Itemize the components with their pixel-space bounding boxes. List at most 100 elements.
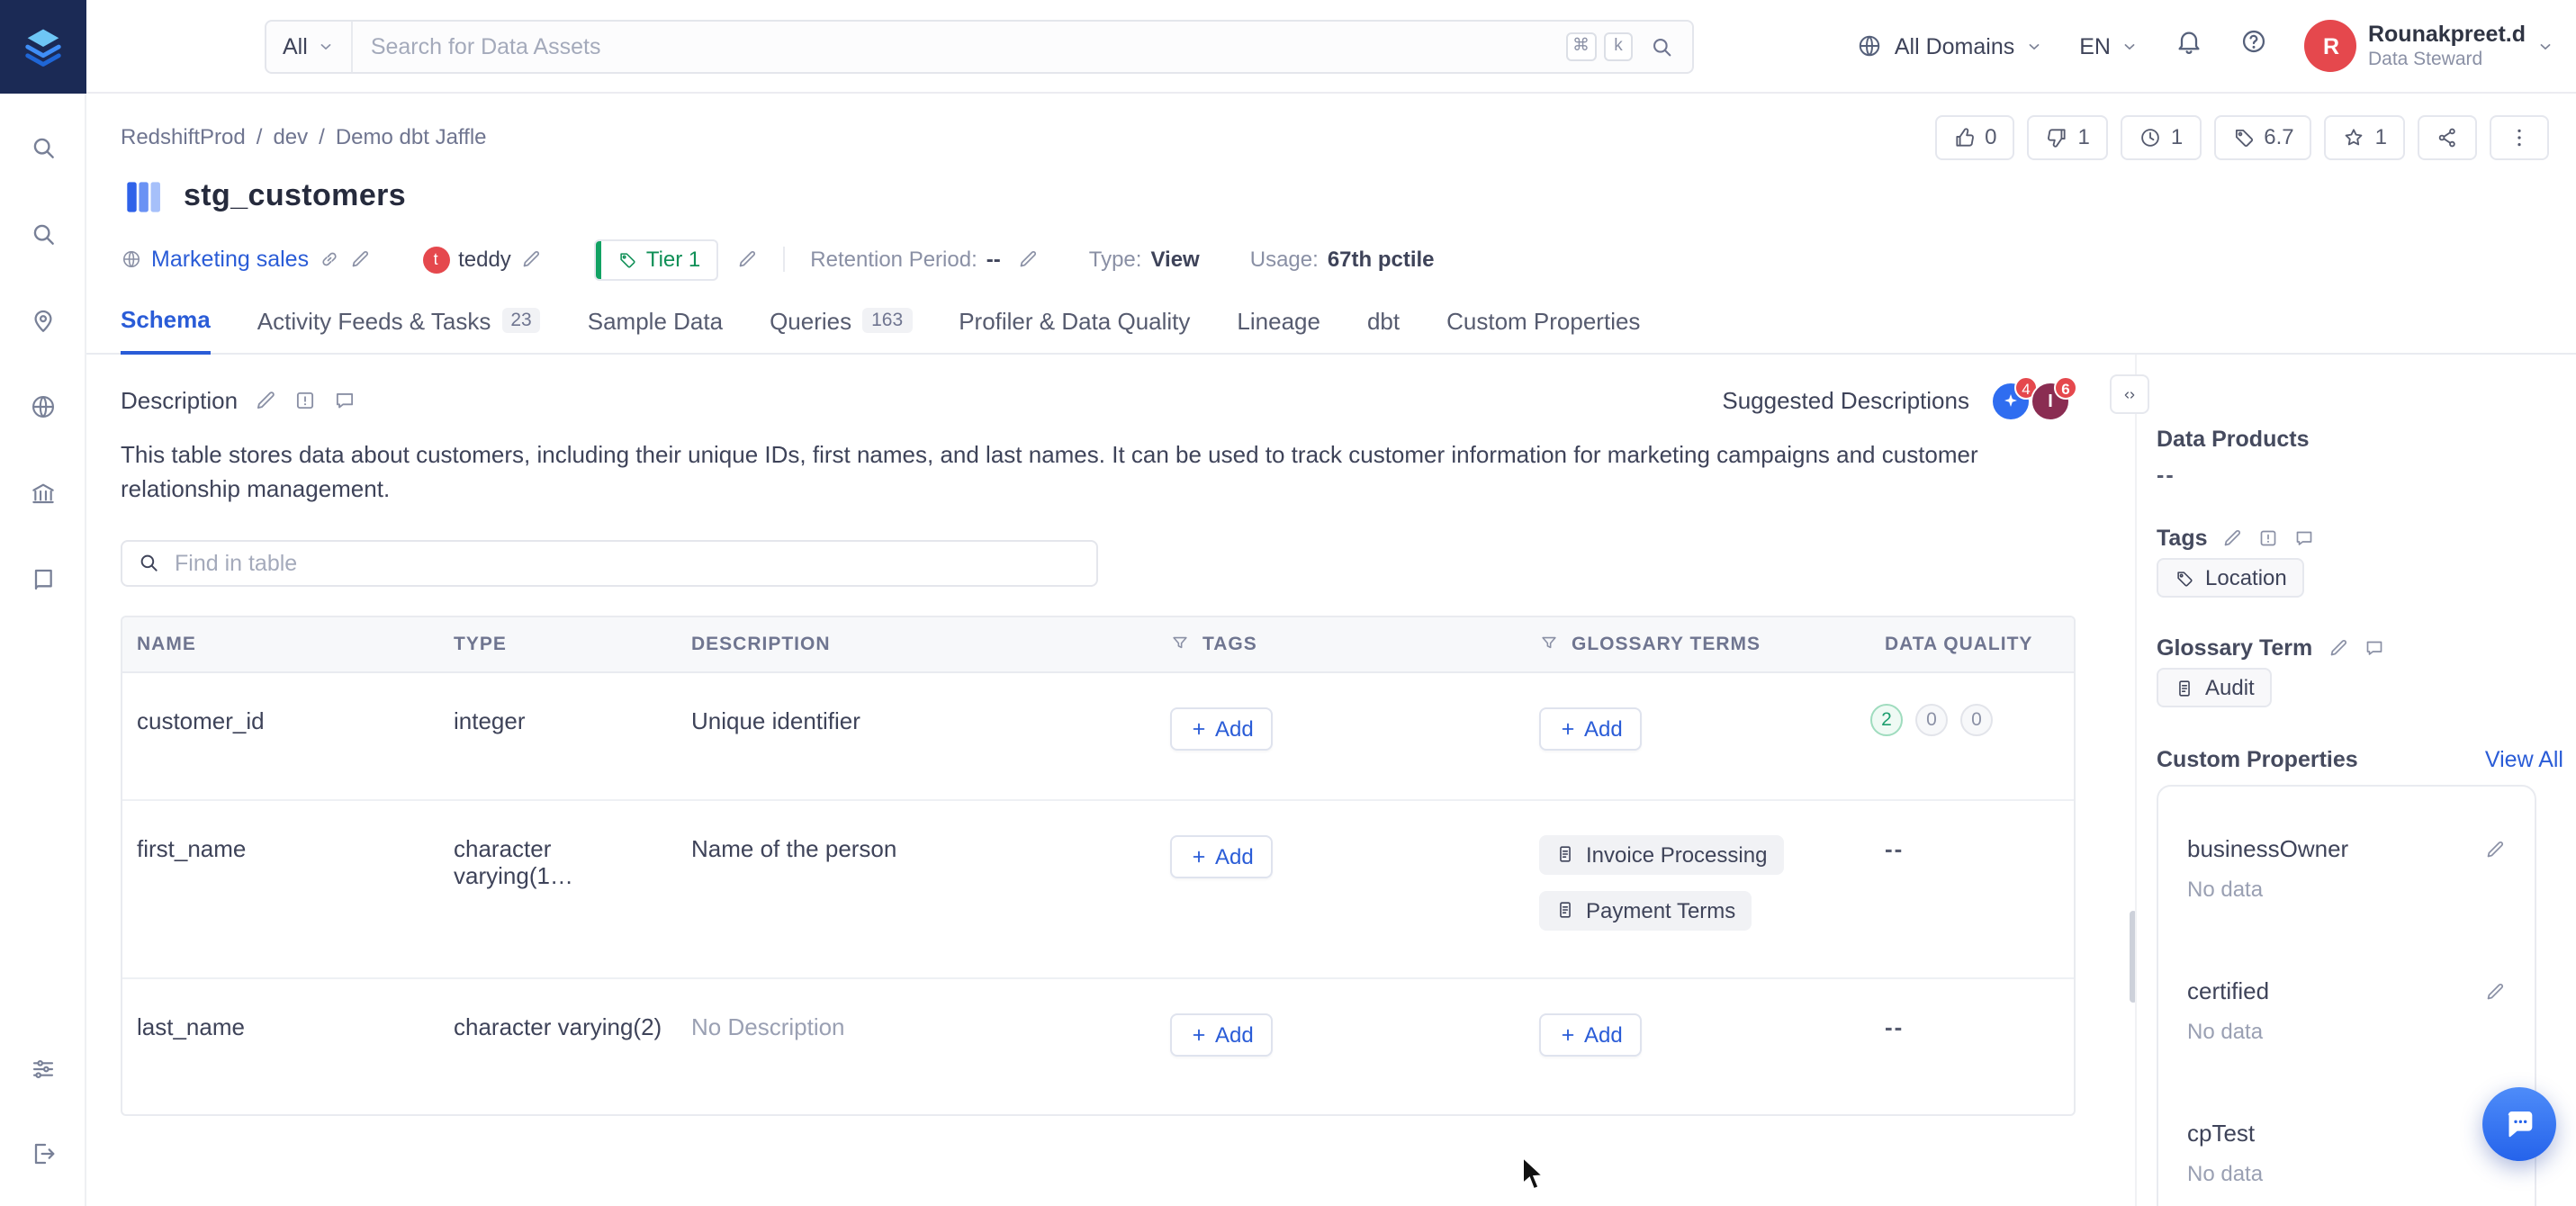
tab-sample-data[interactable]: Sample Data	[588, 306, 723, 353]
notifications-button[interactable]	[2175, 27, 2204, 65]
edit-description-icon[interactable]	[254, 388, 277, 411]
tag-icon	[2231, 125, 2255, 148]
usage-value: 67th pctile	[1328, 247, 1435, 272]
tier-badge[interactable]: Tier 1	[594, 238, 718, 280]
tab-lineage[interactable]: Lineage	[1237, 306, 1320, 353]
cell-description: Unique identifier	[677, 672, 1156, 798]
ai-suggestion-avatar[interactable]: 4	[1991, 382, 2031, 421]
tab-queries[interactable]: Queries163	[770, 306, 912, 353]
tag-chip[interactable]: Location	[2157, 558, 2305, 598]
activity-button[interactable]: 1	[2121, 114, 2201, 159]
breadcrumb-item[interactable]: dev	[273, 124, 308, 149]
term-icon	[2175, 678, 2194, 698]
edit-domain-icon[interactable]	[348, 248, 370, 270]
user-menu[interactable]: R Rounakpreet.d Data Steward	[2305, 20, 2554, 72]
discover-icon[interactable]	[28, 220, 57, 257]
search-scope-dropdown[interactable]: All	[266, 21, 353, 71]
comment-icon[interactable]	[2363, 637, 2384, 659]
view-all-link[interactable]: View All	[2485, 747, 2563, 772]
edit-property-icon[interactable]	[2484, 980, 2506, 1002]
tab-custom-properties[interactable]: Custom Properties	[1446, 306, 1640, 353]
column-header-glossary-terms: GLOSSARY TERMS	[1525, 633, 1870, 654]
share-button[interactable]	[2418, 114, 2477, 159]
edit-owner-icon[interactable]	[520, 248, 542, 270]
add-term-button[interactable]: Add	[1539, 706, 1643, 750]
edit-glossary-icon[interactable]	[2327, 637, 2348, 659]
plus-icon	[1190, 847, 1208, 865]
domains-dropdown[interactable]: All Domains	[1857, 32, 2043, 59]
more-options-button[interactable]	[2490, 114, 2549, 159]
upvote-button[interactable]: 0	[1934, 114, 2014, 159]
search-input[interactable]	[353, 33, 1565, 58]
custom-properties-card: businessOwner No data certified No data …	[2157, 785, 2536, 1206]
star-button[interactable]: 1	[2325, 114, 2405, 159]
quality-badge[interactable]: 0	[1915, 703, 1948, 735]
edit-tier-icon[interactable]	[736, 248, 758, 270]
downvote-button[interactable]: 1	[2028, 114, 2108, 159]
governance-icon[interactable]	[28, 479, 57, 517]
globe-icon	[1857, 32, 1884, 59]
table-row: last_name character varying(2) No Descri…	[122, 978, 2074, 1113]
filter-icon[interactable]	[1539, 634, 1559, 653]
add-tag-button[interactable]: Add	[1170, 706, 1274, 750]
assets-search-icon[interactable]	[28, 133, 57, 171]
data-products-value: --	[2157, 463, 2563, 488]
user-suggestion-avatar[interactable]: I 6	[2031, 382, 2070, 421]
link-icon[interactable]	[318, 248, 339, 270]
edit-tags-icon[interactable]	[2222, 527, 2244, 549]
edit-property-icon[interactable]	[2484, 838, 2506, 860]
user-suggestion-count: 6	[2054, 376, 2077, 400]
tab-schema[interactable]: Schema	[121, 306, 211, 355]
cmd-keycap: ⌘	[1565, 32, 1597, 60]
glossary-term-chip[interactable]: Audit	[2157, 668, 2273, 707]
quality-pass-badge[interactable]: 2	[1870, 703, 1903, 735]
logout-icon[interactable]	[29, 1139, 58, 1177]
quality-badge[interactable]: 0	[1960, 703, 1993, 735]
property-value: No data	[2187, 1161, 2506, 1186]
view-asset-icon	[121, 174, 166, 219]
comment-icon[interactable]	[333, 388, 356, 411]
glossary-term-chip[interactable]: Payment Terms	[1539, 890, 1752, 930]
filter-icon[interactable]	[1170, 634, 1190, 653]
location-pin-icon[interactable]	[28, 306, 57, 344]
add-tag-button[interactable]: Add	[1170, 1012, 1274, 1056]
glossary-term-chip[interactable]: Invoice Processing	[1539, 834, 1783, 874]
owner-name[interactable]: teddy	[458, 247, 511, 272]
suggestion-icon[interactable]	[2258, 527, 2280, 549]
docs-icon[interactable]	[28, 565, 57, 603]
property-value: No data	[2187, 1019, 2506, 1044]
cell-glossary-terms: Add	[1525, 672, 1870, 798]
tab-profiler[interactable]: Profiler & Data Quality	[959, 306, 1190, 353]
atlan-logo[interactable]	[0, 0, 86, 94]
tab-dbt[interactable]: dbt	[1367, 306, 1400, 353]
collapse-panel-button[interactable]	[2110, 374, 2149, 414]
plus-icon	[1190, 719, 1208, 737]
edit-retention-icon[interactable]	[1017, 248, 1039, 270]
property-name: businessOwner	[2187, 835, 2348, 862]
help-button[interactable]	[2240, 27, 2269, 65]
preferences-icon[interactable]	[29, 1055, 58, 1093]
chevron-down-icon	[2121, 37, 2139, 55]
tier-assignment: Tier 1	[594, 238, 758, 280]
breadcrumb-item[interactable]: Demo dbt Jaffle	[336, 124, 487, 149]
schema-content: Description Suggested Descriptions 4 I	[86, 355, 2576, 1206]
add-tag-button[interactable]: Add	[1170, 834, 1274, 878]
search-icon[interactable]	[1649, 33, 1674, 58]
thumb-up-icon	[1952, 125, 1976, 148]
breadcrumb-item[interactable]: RedshiftProd	[121, 124, 246, 149]
find-in-table-input[interactable]	[171, 548, 1082, 577]
suggestion-icon[interactable]	[293, 388, 317, 411]
score-button[interactable]: 6.7	[2213, 114, 2311, 159]
tab-activity-feeds[interactable]: Activity Feeds & Tasks23	[257, 306, 541, 353]
left-nav-rail	[0, 0, 86, 1206]
domain-link[interactable]: Marketing sales	[151, 247, 309, 272]
chat-widget-button[interactable]	[2482, 1087, 2556, 1161]
language-dropdown[interactable]: EN	[2079, 33, 2139, 58]
global-search[interactable]: All ⌘ k	[265, 19, 1694, 73]
asset-type: Type: View	[1089, 247, 1200, 272]
globe-icon[interactable]	[28, 392, 57, 430]
find-in-table[interactable]	[121, 539, 1098, 586]
add-term-button[interactable]: Add	[1539, 1012, 1643, 1056]
custom-property: businessOwner No data	[2187, 835, 2506, 902]
comment-icon[interactable]	[2294, 527, 2316, 549]
